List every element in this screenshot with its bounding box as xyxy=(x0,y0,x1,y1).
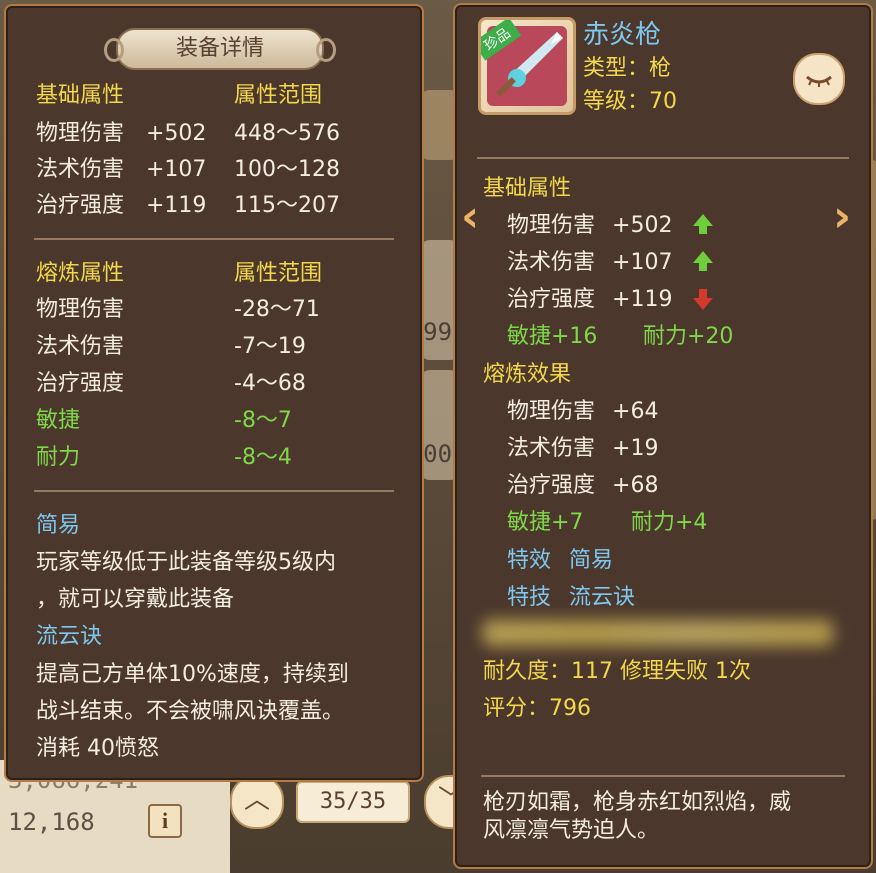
attr-name: 法术伤害 xyxy=(36,157,125,182)
attr-range: 115～207 xyxy=(234,193,340,218)
attr-value: +119 xyxy=(146,193,207,218)
durability: 耐久度：117 修理失败 1次 xyxy=(483,659,751,684)
attr-range: -8～7 xyxy=(234,408,292,433)
refine-header: 熔炼效果 xyxy=(483,362,572,387)
attr-value: +107 xyxy=(146,157,207,182)
skill-title: 流云诀 xyxy=(36,624,103,649)
special-effect-label: 特效 xyxy=(507,548,552,573)
attr-value: +107 xyxy=(612,250,673,275)
divider xyxy=(477,157,849,159)
flavor-text: 风凛凛气势迫人。 xyxy=(483,818,660,843)
divider xyxy=(34,238,394,240)
arrow-down-icon xyxy=(693,289,714,310)
flavor-text: 枪刃如霜，枪身赤红如烈焰，威 xyxy=(483,790,792,815)
attr-name: 敏捷 xyxy=(36,408,81,433)
spear-item-icon: 珍品 xyxy=(478,17,576,115)
attr-row: 物理伤害 +64 xyxy=(507,398,658,426)
attr-name: 治疗强度 xyxy=(507,287,596,312)
arrow-up-icon xyxy=(693,251,714,271)
skill-cost: 消耗 40愤怒 xyxy=(36,736,159,761)
special-skill-value: 流云诀 xyxy=(569,585,636,610)
arrow-up-icon xyxy=(693,214,714,234)
attr-range: 100～128 xyxy=(234,157,340,182)
page-up-button[interactable]: ︿ xyxy=(230,775,284,829)
attr-value: +502 xyxy=(146,121,207,146)
toggle-view-button[interactable] xyxy=(793,53,845,105)
base-attr-header: 基础属性 xyxy=(36,83,125,108)
equipment-detail-panel: 装备详情 基础属性 属性范围 物理伤害 +502 448～576 法术伤害 +1… xyxy=(4,4,424,782)
attr-name: 治疗强度 xyxy=(36,371,125,396)
refine-range-header: 属性范围 xyxy=(234,261,323,286)
attr-row: 法术伤害 +107 xyxy=(507,249,714,277)
attr-name: 物理伤害 xyxy=(36,297,125,322)
effect-title: 简易 xyxy=(36,513,81,538)
attr-range: -28～71 xyxy=(234,297,320,322)
attr-value: +68 xyxy=(612,473,659,498)
item-level: 等级：70 xyxy=(583,89,677,114)
blurred-text xyxy=(483,620,833,646)
attr-row: 法术伤害 +19 xyxy=(507,435,658,463)
attr-range: -4～68 xyxy=(234,371,306,396)
score: 评分：796 xyxy=(483,696,591,721)
attr-value: +64 xyxy=(612,399,659,424)
base-agility: 敏捷+16 xyxy=(507,324,598,349)
divider xyxy=(34,490,394,492)
skill-desc: 战斗结束。不会被啸风诀覆盖。 xyxy=(36,699,345,724)
attr-name: 耐力 xyxy=(36,445,81,470)
item-tooltip-panel: 珍品 赤炎枪 类型：枪 等级：70 ‹ › 基础属性 物理伤害 +502 法术伤… xyxy=(453,3,873,869)
prev-arrow-icon[interactable]: ‹ xyxy=(461,195,487,239)
effect-desc: 玩家等级低于此装备等级5级内 xyxy=(36,550,336,575)
panel-title: 装备详情 xyxy=(104,28,336,70)
refine-attr-header: 熔炼属性 xyxy=(36,261,125,286)
skill-desc: 提高己方单体10%速度，持续到 xyxy=(36,662,349,687)
item-name: 赤炎枪 xyxy=(583,20,662,50)
next-arrow-icon[interactable]: › xyxy=(833,195,859,239)
attr-name: 法术伤害 xyxy=(507,436,596,461)
special-skill-label: 特技 xyxy=(507,585,552,610)
attr-value: +119 xyxy=(612,287,673,312)
money-value: 12,168 xyxy=(8,808,95,836)
refine-agility: 敏捷+7 xyxy=(507,510,584,535)
base-range-header: 属性范围 xyxy=(234,83,323,108)
attr-name: 物理伤害 xyxy=(36,121,125,146)
attr-name: 物理伤害 xyxy=(507,399,596,424)
page-counter: 35/35 xyxy=(296,781,410,823)
attr-name: 治疗强度 xyxy=(507,473,596,498)
attr-value: +502 xyxy=(612,213,673,238)
attr-name: 法术伤害 xyxy=(36,334,125,359)
item-type: 类型：枪 xyxy=(583,56,672,81)
info-icon[interactable]: i xyxy=(148,804,182,838)
attr-name: 法术伤害 xyxy=(507,250,596,275)
pager: ︿ 35/35 ﹀ xyxy=(230,775,478,829)
base-attr-header: 基础属性 xyxy=(483,176,572,201)
eye-closed-icon xyxy=(806,75,832,87)
attr-name: 物理伤害 xyxy=(507,213,596,238)
attr-range: -8～4 xyxy=(234,445,292,470)
attr-range: -7～19 xyxy=(234,334,306,359)
attr-value: +19 xyxy=(612,436,659,461)
base-stamina: 耐力+20 xyxy=(643,324,734,349)
effect-desc: ，就可以穿戴此装备 xyxy=(36,587,235,612)
attr-row: 治疗强度 +68 xyxy=(507,472,658,500)
refine-stamina: 耐力+4 xyxy=(631,510,708,535)
attr-name: 治疗强度 xyxy=(36,193,125,218)
attr-row: 治疗强度 +119 xyxy=(507,286,714,314)
attr-row: 物理伤害 +502 xyxy=(507,212,714,240)
attr-range: 448～576 xyxy=(234,121,340,146)
special-effect-value: 简易 xyxy=(569,548,614,573)
divider xyxy=(481,775,845,777)
